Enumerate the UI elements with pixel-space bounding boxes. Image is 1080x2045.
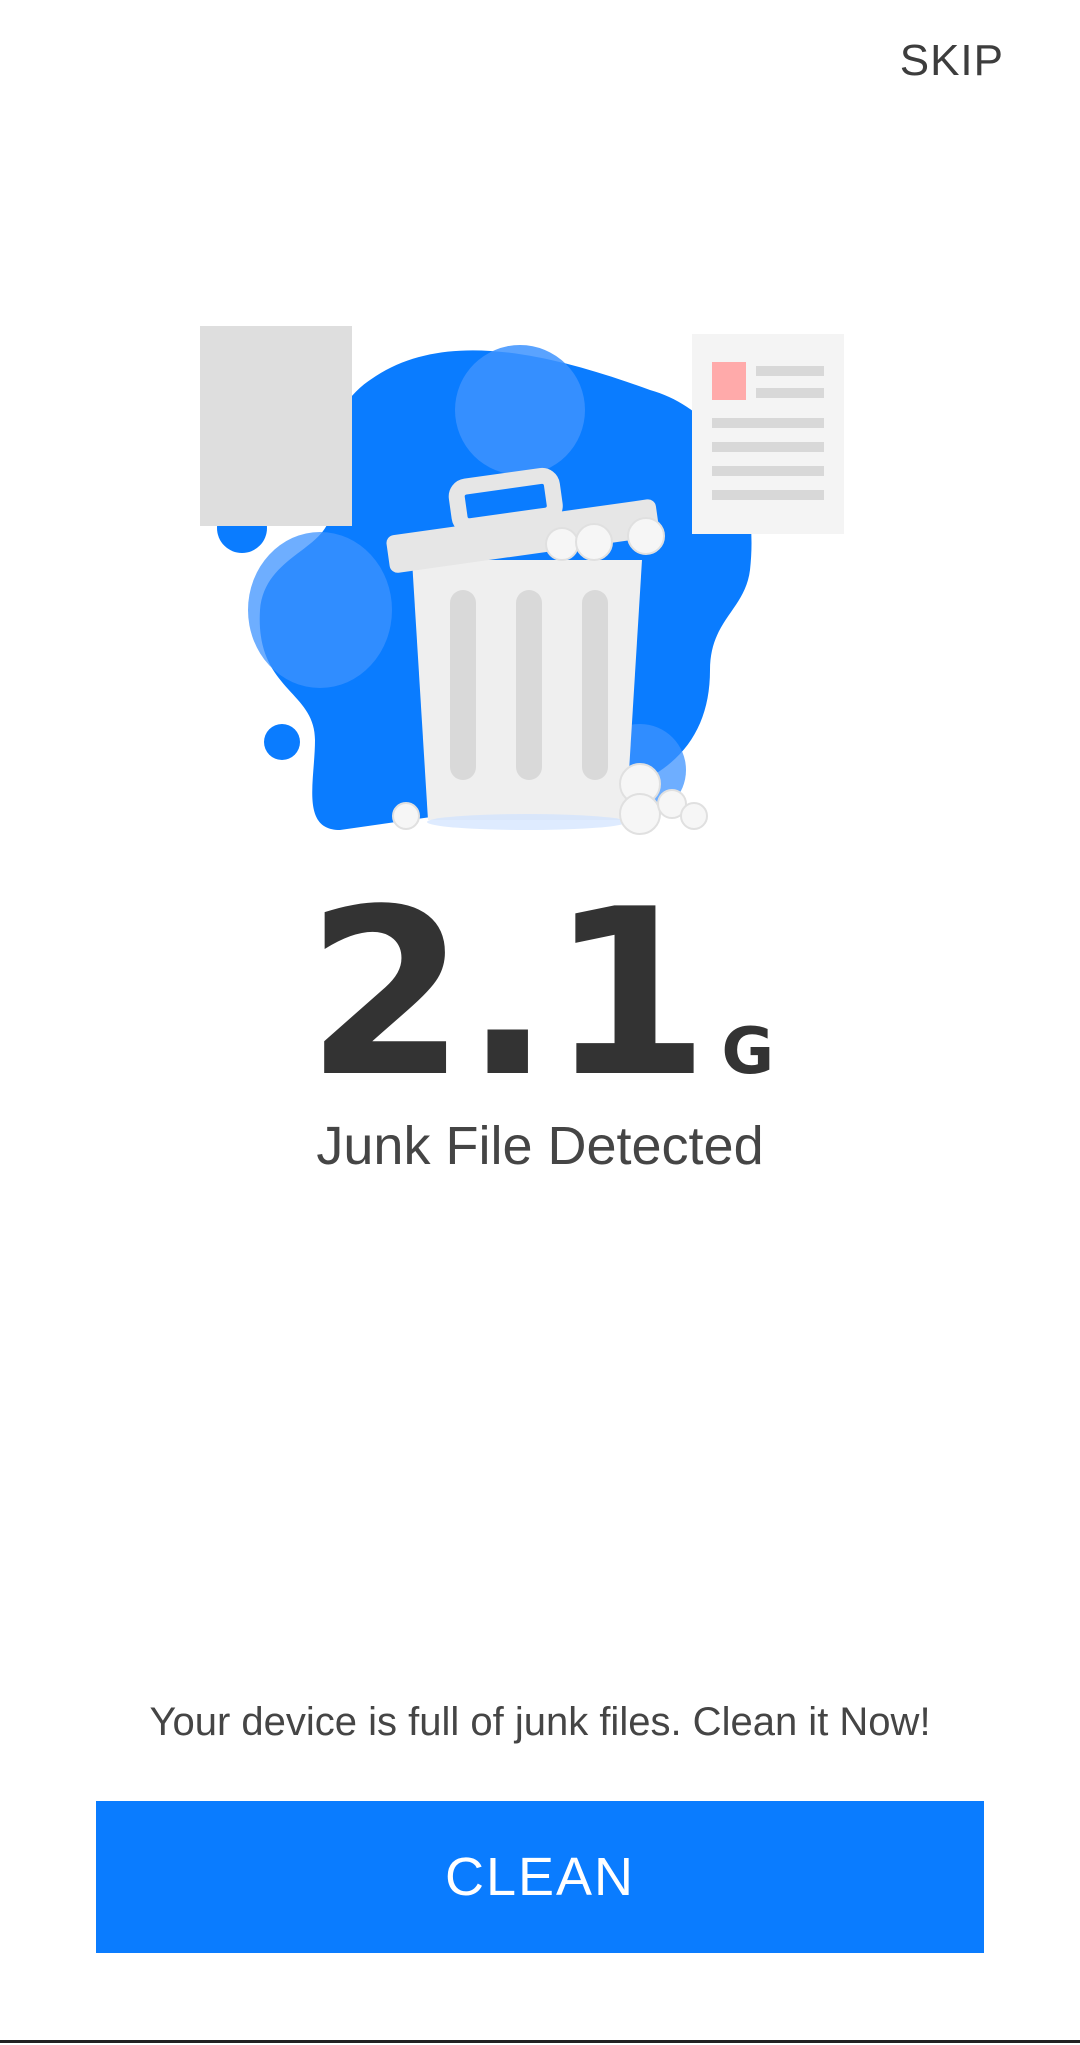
skip-button[interactable]: SKIP: [900, 36, 1004, 86]
junk-detected-label: Junk File Detected: [316, 1116, 764, 1176]
trash-bin-illustration: [200, 326, 844, 835]
bottom-divider: [0, 2040, 1080, 2043]
clean-button[interactable]: CLEAN: [96, 1801, 984, 1953]
clean-button-label: CLEAN: [444, 1847, 636, 1907]
junk-size-value: 2.1: [306, 861, 709, 1128]
junk-size-unit: G: [721, 1015, 774, 1089]
cleanup-message: Your device is full of junk files. Clean…: [149, 1700, 931, 1744]
dot: [264, 724, 300, 760]
junk-size: 2.1 G: [0, 880, 1080, 1110]
